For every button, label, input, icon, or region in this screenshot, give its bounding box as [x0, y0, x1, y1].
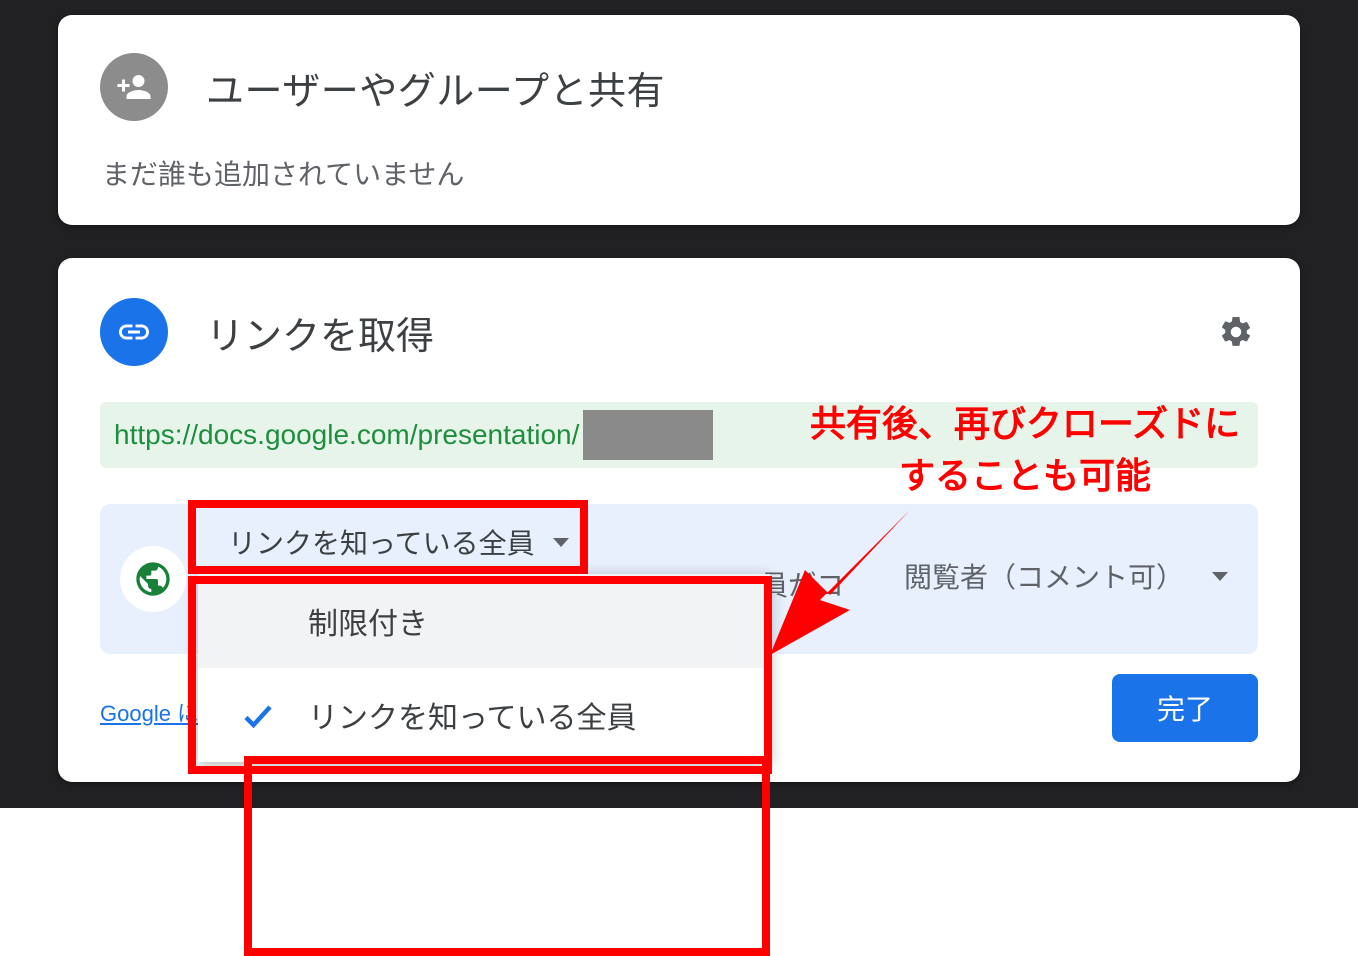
share-url-text: https://docs.google.com/presentation/	[114, 419, 579, 451]
done-button[interactable]: 完了	[1112, 674, 1258, 742]
share-subtitle: まだ誰も追加されていません	[58, 121, 1300, 193]
role-selected-label: 閲覧者（コメント可）	[904, 556, 1184, 596]
send-feedback-link[interactable]: Google に	[100, 696, 199, 728]
get-link-header: リンクを取得	[58, 258, 1300, 366]
annotation-arrow	[760, 500, 940, 660]
caret-down-icon	[1212, 572, 1228, 581]
gear-icon[interactable]	[1214, 310, 1258, 354]
link-scope-dropdown-menu: 制限付き リンクを知っている全員	[198, 574, 770, 762]
link-scope-option-anyone[interactable]: リンクを知っている全員	[198, 668, 770, 762]
link-icon	[100, 298, 168, 366]
share-with-people-card: ユーザーやグループと共有 まだ誰も追加されていません	[58, 15, 1300, 225]
role-dropdown-button[interactable]: 閲覧者（コメント可）	[904, 556, 1228, 596]
person-add-icon	[100, 53, 168, 121]
get-link-title: リンクを取得	[206, 305, 1214, 360]
share-header: ユーザーやグループと共有	[58, 15, 1300, 121]
link-scope-dropdown-button[interactable]: リンクを知っている全員	[210, 512, 587, 572]
annotation-text: 共有後、再びクローズドに することも可能	[755, 398, 1295, 502]
share-title[interactable]: ユーザーやグループと共有	[206, 60, 665, 115]
check-icon	[240, 698, 276, 734]
link-scope-option-restricted[interactable]: 制限付き	[198, 574, 770, 668]
globe-icon	[120, 546, 186, 612]
annotation-line2: することも可能	[755, 450, 1295, 502]
link-scope-selected-label: リンクを知っている全員	[228, 522, 535, 562]
option-label: リンクを知っている全員	[308, 693, 637, 737]
done-button-label: 完了	[1157, 688, 1213, 728]
caret-down-icon	[553, 538, 569, 547]
redacted-url-segment	[583, 410, 713, 460]
annotation-line1: 共有後、再びクローズドに	[755, 398, 1295, 450]
option-label: 制限付き	[308, 599, 428, 643]
